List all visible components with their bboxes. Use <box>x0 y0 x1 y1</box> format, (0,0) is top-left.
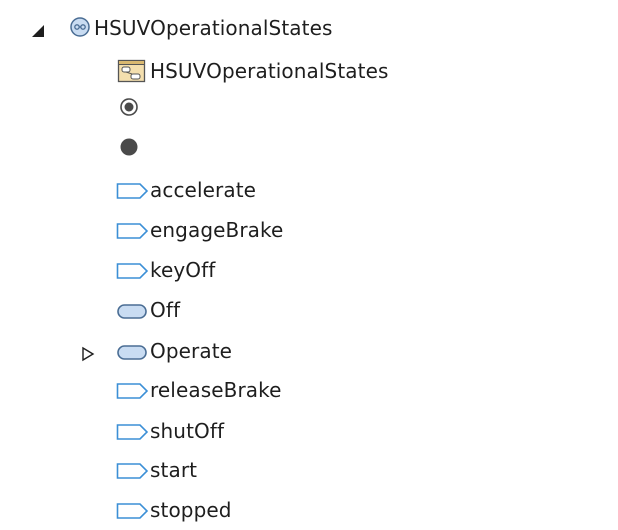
tree-item-final[interactable] <box>119 127 139 167</box>
state-icon <box>116 342 150 360</box>
tree-item-label: HSUVOperationalStates <box>150 59 389 83</box>
signal-icon <box>116 381 150 399</box>
tree-item-label: engageBrake <box>150 218 284 242</box>
tree-item-label: HSUVOperationalStates <box>94 16 333 40</box>
tree-item-label: keyOff <box>150 258 216 282</box>
signal-icon <box>116 461 150 479</box>
tree-item-signal[interactable]: stopped <box>116 490 232 530</box>
tree-item-label: accelerate <box>150 178 257 202</box>
tree-item-signal[interactable]: accelerate <box>116 170 256 210</box>
collapse-triangle-icon[interactable] <box>30 20 46 37</box>
tree-item-signal[interactable]: engageBrake <box>116 210 283 250</box>
initial-pseudostate-icon <box>119 97 139 117</box>
tree-item-label: shutOff <box>150 419 225 443</box>
signal-icon <box>116 261 150 279</box>
tree-item-state[interactable]: Operate <box>80 331 232 371</box>
project-browser-tree: HSUVOperationalStates HSUVOperationalSta… <box>0 0 618 526</box>
tree-item-root[interactable]: HSUVOperationalStates <box>30 8 333 48</box>
tree-item-signal[interactable]: start <box>116 450 197 490</box>
expand-triangle-icon[interactable] <box>80 343 96 362</box>
state-icon <box>116 301 150 319</box>
signal-icon <box>116 221 150 239</box>
tree-item-initial[interactable] <box>119 87 139 127</box>
tree-item-state[interactable]: Off <box>116 290 180 330</box>
signal-icon <box>116 501 150 519</box>
state-machine-diagram-icon <box>116 57 150 85</box>
tree-item-diagram[interactable]: HSUVOperationalStates <box>116 51 389 91</box>
signal-icon <box>116 181 150 199</box>
tree-item-label: stopped <box>150 498 232 522</box>
tree-item-label: start <box>150 458 198 482</box>
tree-item-label: releaseBrake <box>150 378 282 402</box>
tree-item-signal[interactable]: shutOff <box>116 411 224 451</box>
state-machine-icon <box>68 16 94 40</box>
tree-item-label: Off <box>150 298 181 322</box>
tree-item-signal[interactable]: keyOff <box>116 250 215 290</box>
tree-item-signal[interactable]: releaseBrake <box>116 370 282 410</box>
signal-icon <box>116 422 150 440</box>
final-state-icon <box>119 137 139 157</box>
tree-item-label: Operate <box>150 339 233 363</box>
